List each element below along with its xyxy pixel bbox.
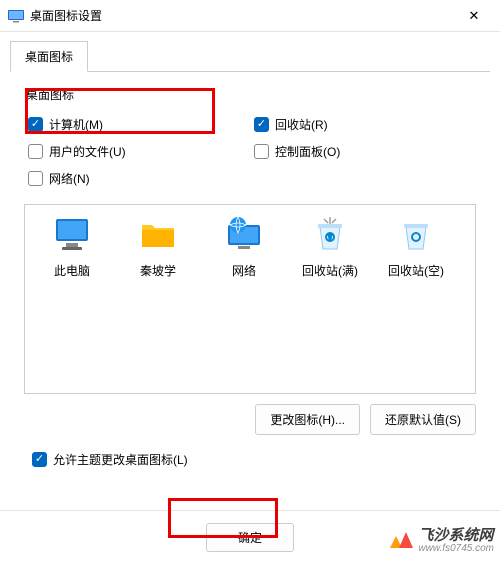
checkbox-item-recycle[interactable]: 回收站(R) [254, 111, 480, 138]
icon-label: 网络 [205, 262, 283, 279]
checkbox-label: 回收站(R) [275, 116, 328, 133]
icon-buttons-row: 更改图标(H)... 还原默认值(S) [20, 394, 480, 435]
checkbox-item-controlpanel[interactable]: 控制面板(O) [254, 138, 480, 165]
tab-desktop-icons[interactable]: 桌面图标 [10, 41, 88, 72]
icon-preview-panel: 此电脑 秦坡学 网络 [24, 204, 476, 394]
icon-recycle-empty[interactable]: 回收站(空) [377, 217, 455, 279]
watermark: 飞沙系统网 www.fs0745.com [388, 528, 494, 554]
checkbox-label: 允许主题更改桌面图标(L) [53, 451, 188, 468]
restore-default-button[interactable]: 还原默认值(S) [370, 404, 476, 435]
checkbox-item-network[interactable]: 网络(N) [28, 165, 480, 192]
checkbox-label: 控制面板(O) [275, 143, 340, 160]
icon-label: 回收站(空) [377, 262, 455, 279]
watermark-url: www.fs0745.com [418, 543, 494, 554]
icon-label: 秦坡学 [119, 262, 197, 279]
checkbox-controlpanel[interactable] [254, 144, 269, 159]
icon-label: 此电脑 [33, 262, 111, 279]
icon-qinpoxue[interactable]: 秦坡学 [119, 217, 197, 279]
checkbox-label: 用户的文件(U) [49, 143, 126, 160]
folder-icon [138, 217, 178, 253]
checkbox-group: 计算机(M) 回收站(R) 用户的文件(U) 控制面板(O) 网络(N) [20, 111, 480, 192]
group-label: 桌面图标 [20, 86, 480, 103]
watermark-text-block: 飞沙系统网 www.fs0745.com [418, 528, 494, 554]
close-button[interactable]: ✕ [456, 2, 492, 30]
monitor-icon [52, 217, 92, 253]
checkbox-item-userfiles[interactable]: 用户的文件(U) [28, 138, 254, 165]
checkbox-item-computer[interactable]: 计算机(M) [28, 111, 254, 138]
tab-content: 桌面图标 计算机(M) 回收站(R) 用户的文件(U) 控制面板(O) 网络(N… [10, 71, 490, 478]
checkbox-recycle[interactable] [254, 117, 269, 132]
checkbox-allow-theme[interactable] [32, 452, 47, 467]
globe-monitor-icon [224, 217, 264, 253]
watermark-logo-icon [388, 528, 414, 554]
titlebar: 桌面图标设置 ✕ [0, 0, 500, 32]
icon-label: 回收站(满) [291, 262, 369, 279]
icon-grid: 此电脑 秦坡学 网络 [33, 217, 467, 279]
icon-network[interactable]: 网络 [205, 217, 283, 279]
app-icon [8, 8, 24, 24]
icon-recycle-full[interactable]: 回收站(满) [291, 217, 369, 279]
watermark-name: 飞沙系统网 [418, 528, 494, 543]
checkbox-label: 计算机(M) [49, 116, 103, 133]
change-icon-button[interactable]: 更改图标(H)... [255, 404, 360, 435]
checkbox-network[interactable] [28, 171, 43, 186]
tab-strip: 桌面图标 [0, 32, 500, 71]
checkbox-userfiles[interactable] [28, 144, 43, 159]
allow-theme-row[interactable]: 允许主题更改桌面图标(L) [20, 435, 480, 468]
ok-button[interactable]: 确定 [206, 523, 294, 552]
checkbox-computer[interactable] [28, 117, 43, 132]
recycle-empty-icon [396, 217, 436, 253]
checkbox-label: 网络(N) [49, 170, 90, 187]
window-title: 桌面图标设置 [30, 7, 456, 24]
icon-thispc[interactable]: 此电脑 [33, 217, 111, 279]
recycle-full-icon [310, 217, 350, 253]
